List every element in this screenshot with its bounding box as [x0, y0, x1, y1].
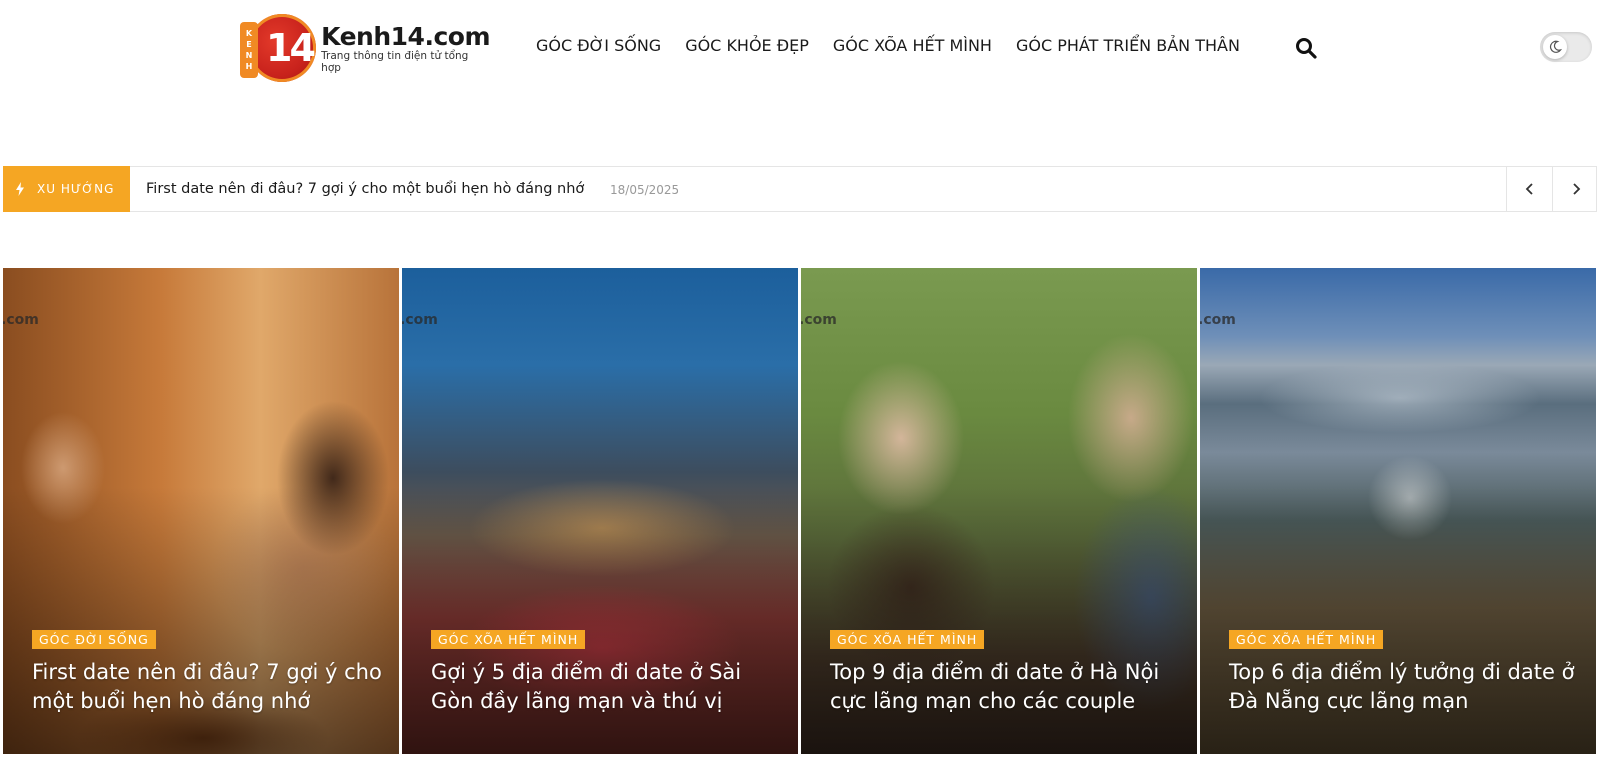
- trending-label-text: XU HƯỚNG: [37, 182, 115, 196]
- trending-headline-link[interactable]: First date nên đi đâu? 7 gợi ý cho một b…: [146, 181, 584, 197]
- featured-post-card[interactable]: .com GÓC ĐỜI SỐNG First date nên đi đâu?…: [3, 268, 399, 754]
- search-icon: [1296, 38, 1317, 59]
- post-category-badge[interactable]: GÓC XÕA HẾT MÌNH: [1229, 630, 1384, 649]
- logo-strip-letter: K: [245, 29, 253, 38]
- post-category-badge[interactable]: GÓC XÕA HẾT MÌNH: [431, 630, 586, 649]
- logo-badge: 14 K E N H: [240, 12, 316, 84]
- logo-strip: K E N H: [240, 22, 258, 78]
- lightning-icon: [16, 182, 24, 196]
- post-title[interactable]: Gợi ý 5 địa điểm đi date ở Sài Gòn đầy l…: [431, 658, 781, 716]
- main-nav: GÓC ĐỜI SỐNG GÓC KHỎE ĐẸP GÓC XÕA HẾT MÌ…: [536, 36, 1240, 55]
- logo-text: Kenh14.com Trang thông tin điện tử tổng …: [321, 22, 490, 74]
- trending-bar: XU HƯỚNG First date nên đi đâu? 7 gợi ý …: [3, 166, 1597, 212]
- image-watermark: .com: [402, 312, 438, 328]
- nav-item-goc-xoa-het-minh[interactable]: GÓC XÕA HẾT MÌNH: [833, 36, 992, 55]
- post-title[interactable]: Top 9 địa điểm đi date ở Hà Nội cực lãng…: [830, 658, 1180, 716]
- search-button[interactable]: [1294, 36, 1318, 60]
- post-title[interactable]: First date nên đi đâu? 7 gợi ý cho một b…: [32, 658, 382, 716]
- nav-item-goc-khoe-dep[interactable]: GÓC KHỎE ĐẸP: [685, 36, 809, 55]
- featured-post-card[interactable]: .com GÓC XÕA HẾT MÌNH Gợi ý 5 địa điểm đ…: [402, 268, 798, 754]
- post-category-badge[interactable]: GÓC XÕA HẾT MÌNH: [830, 630, 985, 649]
- chevron-left-icon: [1525, 183, 1533, 195]
- logo-number: 14: [266, 26, 316, 70]
- trending-prev-button[interactable]: [1506, 166, 1552, 212]
- logo-tagline: Trang thông tin điện tử tổng hợp: [321, 50, 469, 74]
- moon-icon: [1550, 40, 1562, 53]
- image-watermark: .com: [3, 312, 39, 328]
- dark-mode-toggle[interactable]: [1540, 32, 1592, 62]
- trending-next-button[interactable]: [1552, 166, 1598, 212]
- trending-date: 18/05/2025: [610, 183, 680, 197]
- featured-posts-grid: .com GÓC ĐỜI SỐNG First date nên đi đâu?…: [3, 268, 1597, 754]
- image-watermark: .com: [801, 312, 837, 328]
- logo-strip-letter: E: [246, 40, 252, 49]
- toggle-knob: [1543, 35, 1567, 59]
- image-watermark: .com: [1200, 312, 1236, 328]
- site-header: 14 K E N H Kenh14.com Trang thông tin đi…: [0, 0, 1600, 96]
- post-title[interactable]: Top 6 địa điểm lý tưởng đi date ở Đà Nẵn…: [1229, 658, 1579, 716]
- trending-label: XU HƯỚNG: [3, 166, 130, 212]
- post-category-badge[interactable]: GÓC ĐỜI SỐNG: [32, 630, 156, 649]
- featured-post-card[interactable]: .com GÓC XÕA HẾT MÌNH Top 6 địa điểm lý …: [1200, 268, 1596, 754]
- logo-strip-letter: N: [245, 51, 253, 60]
- chevron-right-icon: [1572, 183, 1580, 195]
- site-logo[interactable]: 14 K E N H Kenh14.com Trang thông tin đi…: [240, 10, 490, 86]
- logo-strip-letter: H: [245, 62, 253, 71]
- nav-item-goc-doi-song[interactable]: GÓC ĐỜI SỐNG: [536, 36, 661, 55]
- nav-item-goc-phat-trien-ban-than[interactable]: GÓC PHÁT TRIỂN BẢN THÂN: [1016, 36, 1240, 55]
- featured-post-card[interactable]: .com GÓC XÕA HẾT MÌNH Top 9 địa điểm đi …: [801, 268, 1197, 754]
- logo-title: Kenh14.com: [321, 22, 490, 51]
